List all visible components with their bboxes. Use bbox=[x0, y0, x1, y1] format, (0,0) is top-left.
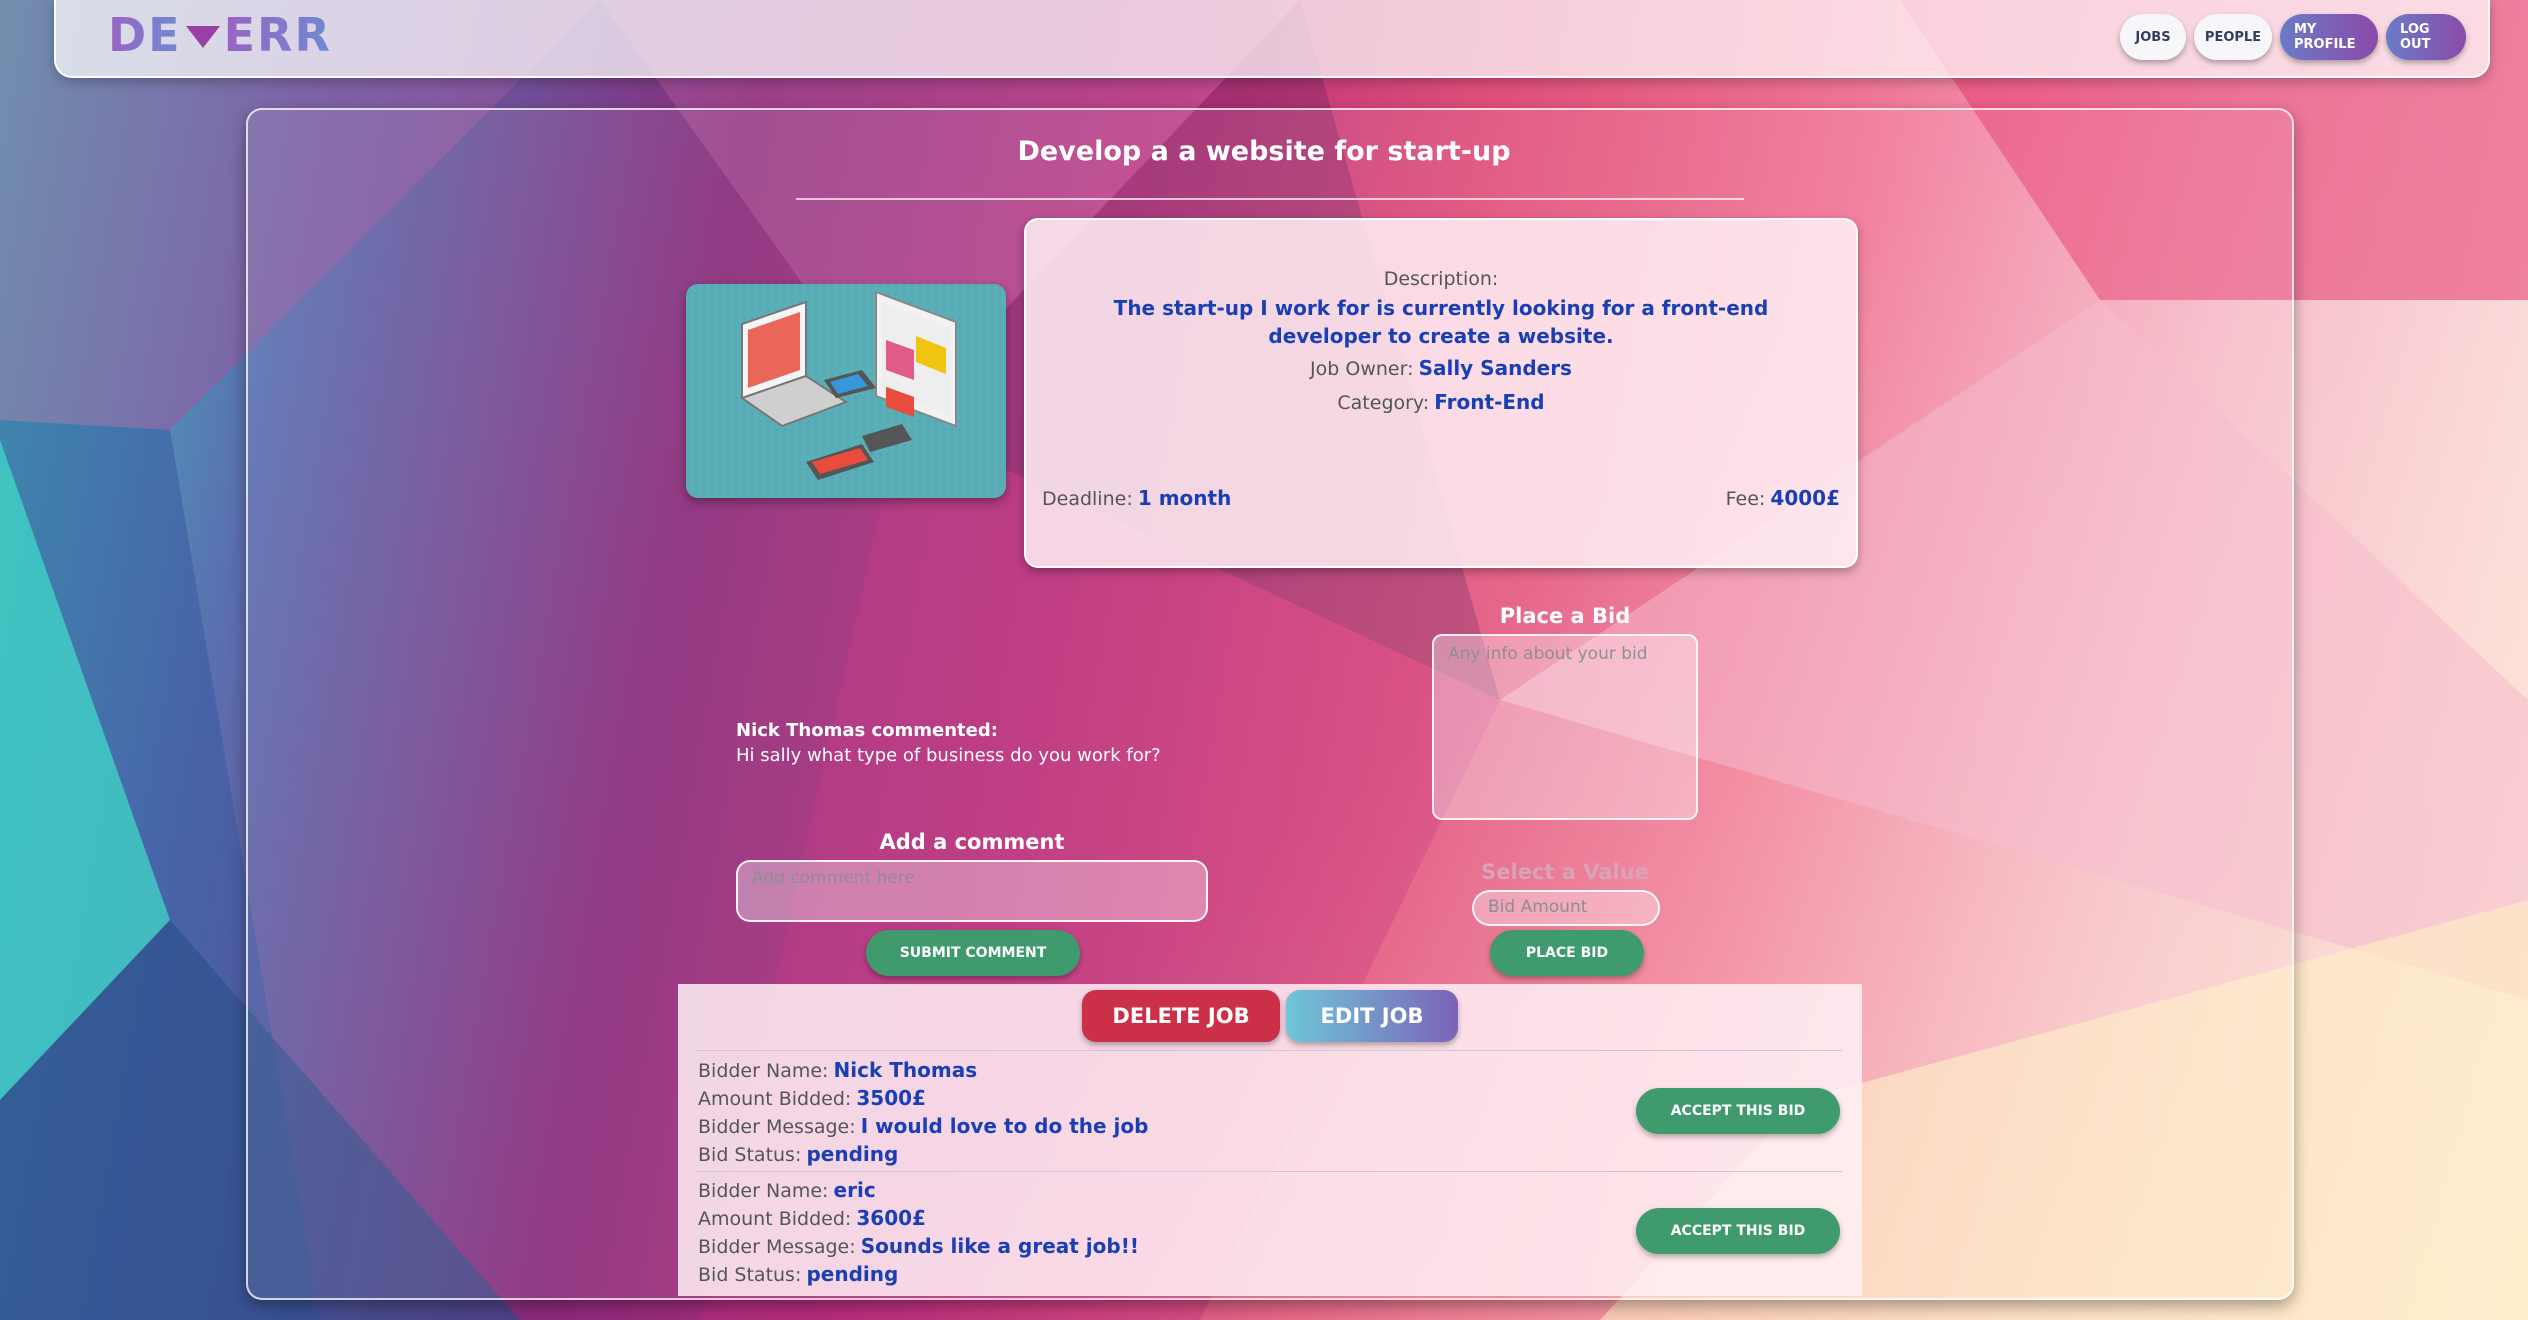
select-value-label: Select a Value bbox=[1481, 860, 1649, 884]
add-comment-title: Add a comment bbox=[879, 830, 1065, 854]
job-owner-line: Job Owner: Sally Sanders bbox=[1026, 356, 1856, 380]
description-label: Description: bbox=[1383, 268, 1499, 290]
comment-author: Nick Thomas commented: bbox=[736, 720, 998, 741]
bid-status: pending bbox=[806, 1142, 899, 1166]
fee-line: Fee: 4000£ bbox=[1726, 486, 1840, 510]
fee-value: 4000£ bbox=[1770, 486, 1840, 510]
bidder-name: Nick Thomas bbox=[833, 1058, 978, 1082]
job-info-card: Description: The start-up I work for is … bbox=[1024, 218, 1858, 568]
accept-bid-button[interactable]: ACCEPT THIS BID bbox=[1636, 1208, 1840, 1254]
nav-jobs-button[interactable]: JOBS bbox=[2120, 14, 2186, 60]
delete-job-button[interactable]: DELETE JOB bbox=[1082, 990, 1280, 1042]
devices-illustration-icon bbox=[686, 284, 1006, 498]
comment-input[interactable]: Add comment here bbox=[736, 860, 1208, 922]
edit-job-button[interactable]: EDIT JOB bbox=[1286, 990, 1458, 1042]
category-line: Category: Front-End bbox=[1026, 390, 1856, 414]
fee-label: Fee: bbox=[1725, 488, 1766, 510]
bidder-name-label: Bidder Name: bbox=[698, 1060, 829, 1082]
nav-people-button[interactable]: PEOPLE bbox=[2194, 14, 2272, 60]
job-description: The start-up I work for is currently loo… bbox=[1113, 296, 1769, 348]
bid-amount-input[interactable]: Bid Amount bbox=[1472, 890, 1660, 926]
bid-amount: 3600£ bbox=[856, 1206, 926, 1230]
nav-buttons: JOBS PEOPLE MY PROFILE LOG OUT bbox=[2120, 14, 2466, 60]
submit-comment-button[interactable]: SUBMIT COMMENT bbox=[866, 930, 1080, 976]
bid-amount: 3500£ bbox=[856, 1086, 926, 1110]
bidder-name-label: Bidder Name: bbox=[698, 1180, 829, 1202]
nav-my-profile-button[interactable]: MY PROFILE bbox=[2280, 14, 2378, 60]
logo-text-right: ERR bbox=[223, 8, 332, 62]
bid-item: Bidder Name: Nick Thomas Amount Bidded: … bbox=[698, 1056, 1698, 1168]
job-owner-name[interactable]: Sally Sanders bbox=[1419, 356, 1572, 380]
place-bid-title: Place a Bid bbox=[1499, 604, 1631, 628]
deadline-line: Deadline: 1 month bbox=[1042, 486, 1231, 510]
bid-separator bbox=[696, 1171, 1842, 1172]
job-image bbox=[686, 284, 1006, 498]
bid-message: Sounds like a great job!! bbox=[860, 1234, 1139, 1258]
logo-text-left: DE bbox=[108, 8, 182, 62]
bid-status-label: Bid Status: bbox=[698, 1264, 802, 1286]
top-navbar: DE ERR JOBS PEOPLE MY PROFILE LOG OUT bbox=[54, 0, 2490, 78]
bid-status-label: Bid Status: bbox=[698, 1144, 802, 1166]
bid-item: Bidder Name: eric Amount Bidded: 3600£ B… bbox=[698, 1176, 1698, 1288]
bids-divider bbox=[696, 1050, 1842, 1051]
title-divider bbox=[796, 198, 1744, 200]
logo[interactable]: DE ERR bbox=[108, 8, 332, 62]
bidder-name: eric bbox=[833, 1178, 876, 1202]
comment-text: Hi sally what type of business do you wo… bbox=[736, 745, 1161, 766]
page-title: Develop a a website for start-up bbox=[1017, 136, 1511, 167]
logo-drop-icon bbox=[185, 26, 220, 48]
nav-log-out-button[interactable]: LOG OUT bbox=[2386, 14, 2466, 60]
bid-status: pending bbox=[806, 1262, 899, 1286]
bid-message-label: Bidder Message: bbox=[698, 1116, 856, 1138]
place-bid-button[interactable]: PLACE BID bbox=[1490, 930, 1644, 976]
deadline-value: 1 month bbox=[1137, 486, 1232, 510]
deadline-label: Deadline: bbox=[1042, 488, 1133, 510]
bids-section: DELETE JOB EDIT JOB Bidder Name: Nick Th… bbox=[678, 984, 1862, 1296]
bid-message-label: Bidder Message: bbox=[698, 1236, 856, 1258]
bid-info-textarea[interactable]: Any info about your bid bbox=[1432, 634, 1698, 820]
bid-amount-label: Amount Bidded: bbox=[698, 1208, 852, 1230]
bid-amount-label: Amount Bidded: bbox=[698, 1088, 852, 1110]
category-label: Category: bbox=[1337, 392, 1430, 414]
job-owner-label: Job Owner: bbox=[1310, 358, 1414, 380]
category-value: Front-End bbox=[1434, 390, 1545, 414]
bid-message: I would love to do the job bbox=[860, 1114, 1149, 1138]
accept-bid-button[interactable]: ACCEPT THIS BID bbox=[1636, 1088, 1840, 1134]
